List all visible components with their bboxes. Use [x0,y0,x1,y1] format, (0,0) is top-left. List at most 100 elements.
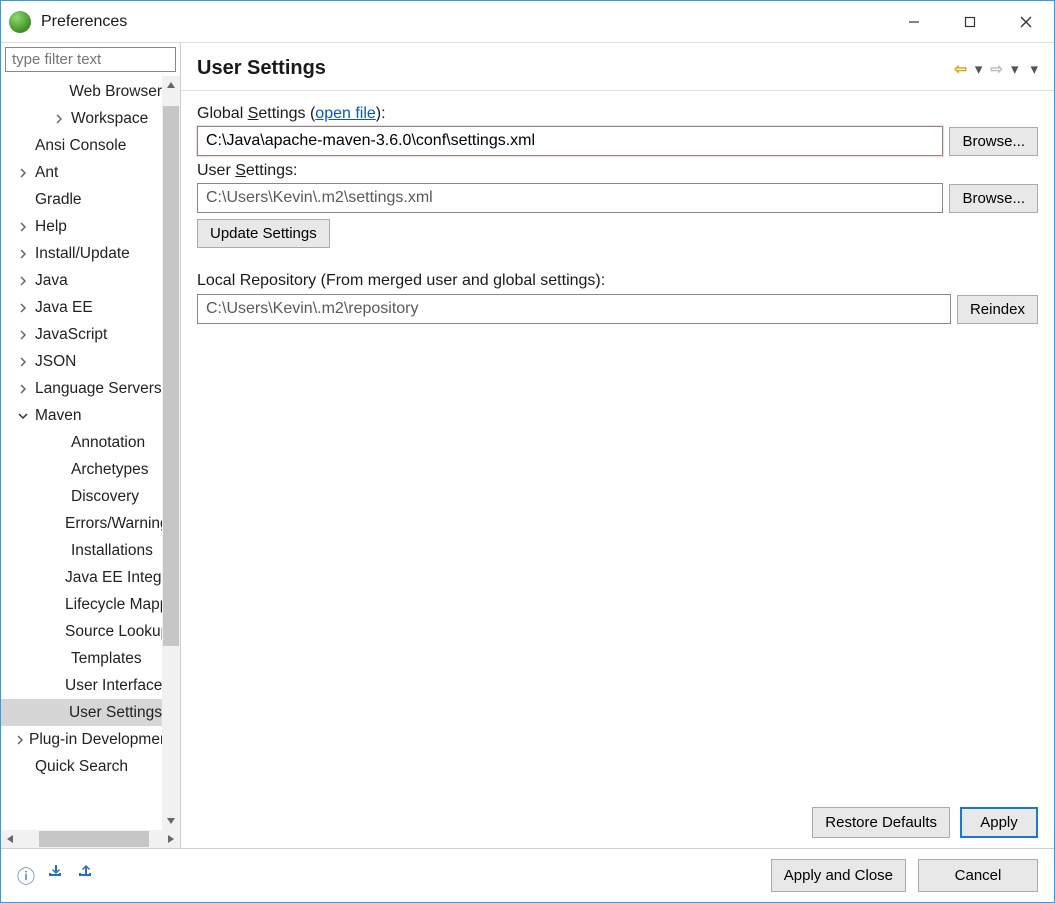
global-browse-button[interactable]: Browse... [949,127,1038,156]
tree-item[interactable]: Java [1,267,162,294]
chevron-right-icon[interactable] [15,246,31,262]
window-title: Preferences [41,13,127,31]
tree-item[interactable]: JavaScript [1,321,162,348]
local-repo-input[interactable] [197,294,951,324]
tree-item-label: User Settings [69,699,162,726]
apply-button[interactable]: Apply [960,807,1038,838]
tree-item-label: Help [35,213,67,240]
help-icon[interactable]: ⓘ [17,863,35,889]
nav-menu-icon[interactable]: ▾ [1030,60,1038,78]
minimize-button[interactable] [886,1,942,43]
user-settings-label: User Settings: [197,162,1038,180]
content-bottom-buttons: Restore Defaults Apply [181,797,1054,848]
tree-item[interactable]: Workspace [1,105,162,132]
tree-item[interactable]: User Settings [1,699,162,726]
tree-item-label: Maven [35,402,82,429]
tree-item-label: Templates [71,645,142,672]
tree-item[interactable]: Errors/Warnings [1,510,162,537]
tree-item[interactable]: Help [1,213,162,240]
filter-input[interactable] [5,47,176,72]
nav-back-icon[interactable]: ⇦ [954,60,967,78]
chevron-right-icon[interactable] [51,111,67,127]
titlebar: Preferences [1,1,1054,43]
preferences-tree[interactable]: Web BrowserWorkspaceAnsi ConsoleAntGradl… [1,76,162,830]
chevron-right-icon[interactable] [15,273,31,289]
chevron-down-icon[interactable] [15,408,31,424]
horizontal-scrollbar[interactable] [1,830,180,848]
close-button[interactable] [998,1,1054,43]
tree-item-label: Java [35,267,68,294]
tree-item-label: Ansi Console [35,132,126,159]
tree-item-label: Quick Search [35,753,128,780]
nav-forward-icon[interactable]: ⇨ [990,60,1003,78]
tree-item[interactable]: Java EE Integration [1,564,162,591]
chevron-right-icon[interactable] [15,219,31,235]
tree-item-label: Annotation [71,429,145,456]
vertical-scrollbar[interactable] [162,76,180,830]
tree-item[interactable]: Web Browser [1,78,162,105]
content-panel: User Settings ⇦ ▾ ⇨ ▾ ▾ Global Settings … [181,43,1054,848]
scroll-thumb[interactable] [163,106,179,646]
hscroll-thumb[interactable] [39,831,149,847]
chevron-right-icon[interactable] [15,300,31,316]
reindex-button[interactable]: Reindex [957,295,1038,324]
chevron-right-icon[interactable] [15,354,31,370]
tree-item[interactable]: Language Servers [1,375,162,402]
nav-back-menu-icon[interactable]: ▾ [975,60,983,78]
user-settings-input[interactable] [197,183,943,213]
tree-item[interactable]: Installations [1,537,162,564]
app-icon [9,11,31,33]
apply-close-button[interactable]: Apply and Close [771,859,906,892]
page-heading: User Settings ⇦ ▾ ⇨ ▾ ▾ [181,43,1054,91]
tree-item[interactable]: Maven [1,402,162,429]
global-settings-input[interactable] [197,126,943,156]
local-repo-label: Local Repository (From merged user and g… [197,272,1038,290]
scroll-left-icon[interactable] [1,830,19,848]
open-file-link[interactable]: open file [315,105,376,122]
tree-item[interactable]: Quick Search [1,753,162,780]
tree-item[interactable]: Install/Update [1,240,162,267]
chevron-right-icon[interactable] [15,327,31,343]
update-settings-button[interactable]: Update Settings [197,219,330,248]
global-settings-row: Browse... [197,126,1038,156]
tree-item-label: Java EE Integration [65,564,162,591]
tree-item-label: Plug-in Development [29,726,162,753]
scroll-down-icon[interactable] [162,812,180,830]
export-icon[interactable] [77,863,95,889]
tree-item[interactable]: Ansi Console [1,132,162,159]
tree-item[interactable]: Plug-in Development [1,726,162,753]
tree-item-label: Archetypes [71,456,149,483]
tree-item[interactable]: Java EE [1,294,162,321]
tree-item[interactable]: Ant [1,159,162,186]
nav-forward-menu-icon[interactable]: ▾ [1011,60,1019,78]
tree-item[interactable]: Annotation [1,429,162,456]
tree-item-label: Lifecycle Mappings [65,591,162,618]
restore-defaults-button[interactable]: Restore Defaults [812,807,950,838]
chevron-right-icon[interactable] [15,381,31,397]
bottom-icon-group: ⓘ [17,863,95,889]
tree-item-label: Workspace [71,105,148,132]
maximize-button[interactable] [942,1,998,43]
chevron-right-icon[interactable] [15,732,25,748]
heading-nav-icons: ⇦ ▾ ⇨ ▾ ▾ [954,60,1038,78]
cancel-button[interactable]: Cancel [918,859,1038,892]
scroll-up-icon[interactable] [162,76,180,94]
tree-item-label: Ant [35,159,58,186]
import-icon[interactable] [47,863,65,889]
tree-item-label: JSON [35,348,76,375]
tree-item-label: Web Browser [69,78,162,105]
tree-item[interactable]: Discovery [1,483,162,510]
tree-item[interactable]: Gradle [1,186,162,213]
tree-item[interactable]: Source Lookup [1,618,162,645]
chevron-right-icon[interactable] [15,165,31,181]
tree-item-label: Language Servers [35,375,162,402]
tree-item[interactable]: Templates [1,645,162,672]
tree-item[interactable]: JSON [1,348,162,375]
scroll-right-icon[interactable] [162,830,180,848]
dialog-bottom-bar: ⓘ Apply and Close Cancel [1,848,1054,902]
tree-item[interactable]: Lifecycle Mappings [1,591,162,618]
tree-item[interactable]: Archetypes [1,456,162,483]
user-browse-button[interactable]: Browse... [949,184,1038,213]
global-settings-label: Global Settings (open file): [197,105,1038,123]
tree-item[interactable]: User Interface [1,672,162,699]
